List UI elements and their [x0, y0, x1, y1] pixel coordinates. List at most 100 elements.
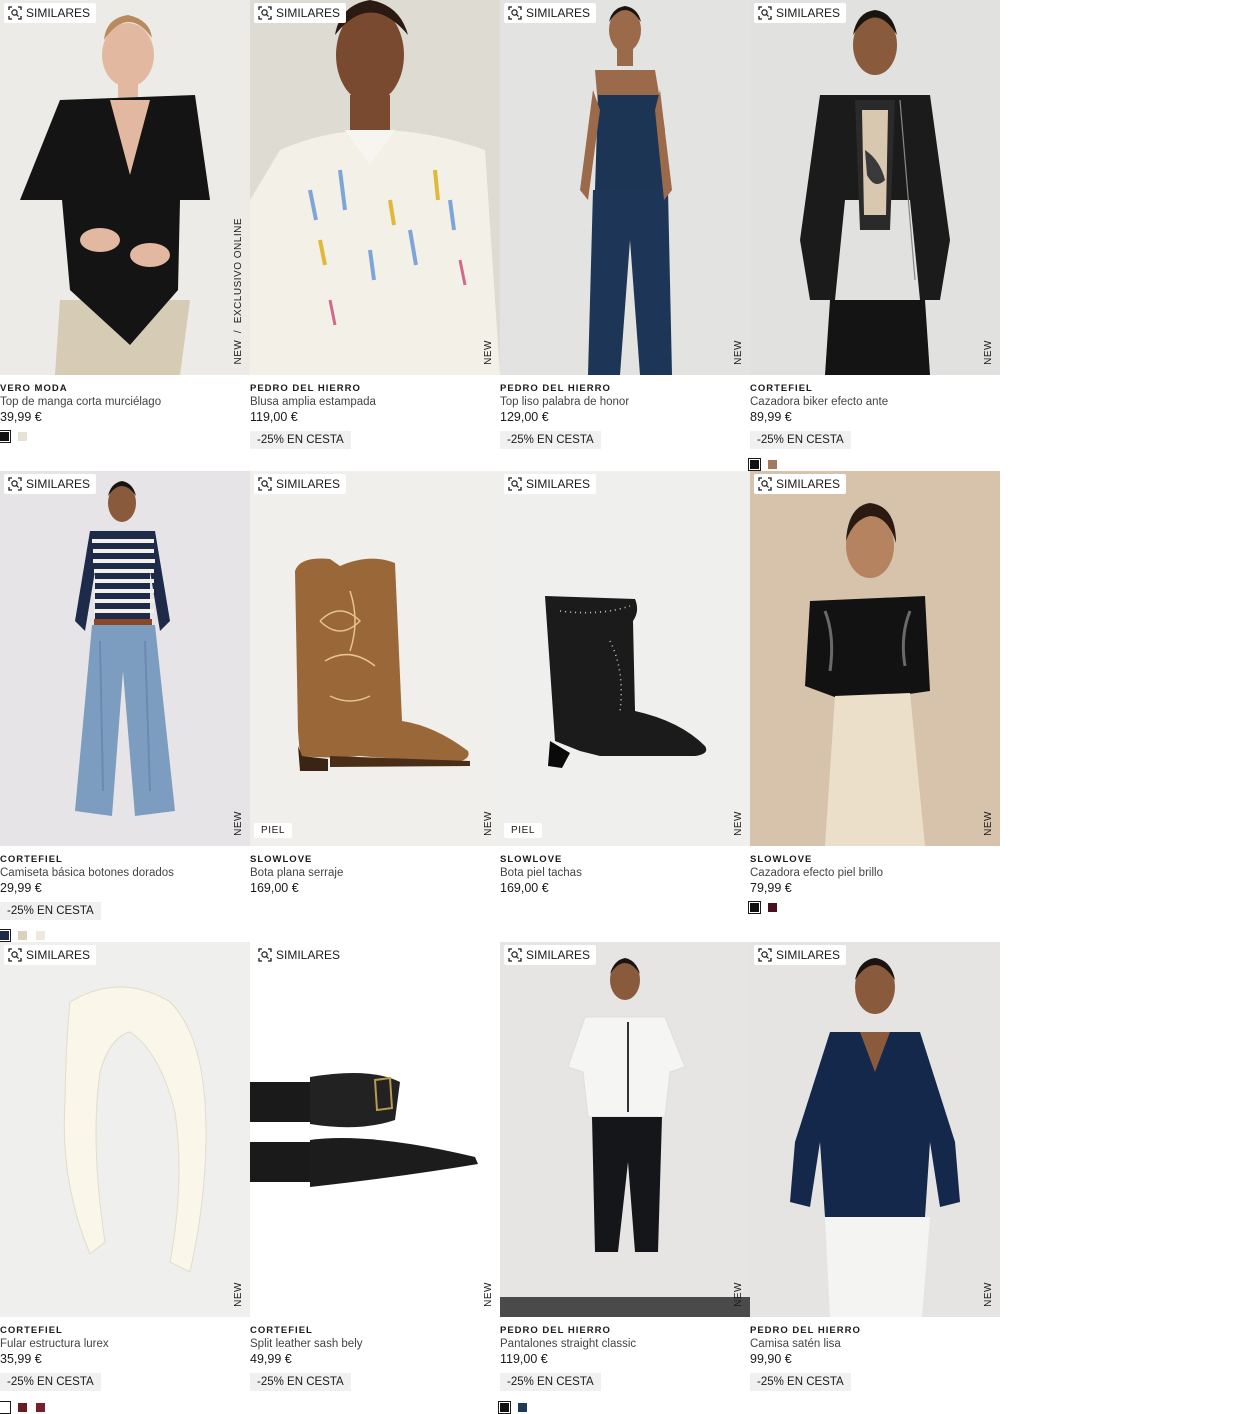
- product-card[interactable]: SIMILARES NEW PEDRO DEL HIERRO Blusa amp…: [250, 0, 500, 471]
- product-card[interactable]: SIMILARES NEW / EXCLUSIVO ONLINE VERO MO…: [0, 0, 250, 471]
- product-card[interactable]: SIMILARES NEW CORTEFIEL Fular estructura…: [0, 942, 250, 1414]
- similar-label: SIMILARES: [26, 6, 91, 20]
- color-swatch[interactable]: [768, 903, 777, 912]
- product-image[interactable]: SIMILARES NEW / EXCLUSIVO ONLINE: [0, 0, 250, 375]
- similar-label: SIMILARES: [26, 477, 91, 491]
- product-card[interactable]: SIMILARES NEW CORTEFIEL Split leather sa…: [250, 942, 500, 1413]
- similar-button[interactable]: SIMILARES: [754, 3, 847, 23]
- similar-button[interactable]: SIMILARES: [254, 474, 347, 494]
- product-card[interactable]: SIMILARES PIEL NEW SLOWLOVE Bota piel ta…: [500, 471, 750, 942]
- color-swatches: [0, 430, 27, 443]
- product-card[interactable]: SIMILARES NEW PEDRO DEL HIERRO Pantalone…: [498, 942, 750, 1414]
- similar-label: SIMILARES: [776, 6, 841, 20]
- similar-button[interactable]: SIMILARES: [254, 945, 347, 965]
- product-name[interactable]: Fular estructura lurex: [0, 1337, 245, 1351]
- product-photo: [0, 0, 250, 375]
- product-image[interactable]: SIMILARES NEW: [750, 942, 1000, 1317]
- product-price: 39,99 €: [0, 410, 42, 424]
- product-name[interactable]: Blusa amplia estampada: [250, 395, 495, 409]
- product-photo: [500, 0, 750, 375]
- product-name[interactable]: Bota plana serraje: [250, 866, 495, 880]
- product-name[interactable]: Top de manga corta murciélago: [0, 395, 245, 409]
- product-image[interactable]: SIMILARES NEW: [750, 471, 1000, 846]
- product-image[interactable]: SIMILARES PIEL NEW: [500, 471, 750, 846]
- similar-label: SIMILARES: [776, 477, 841, 491]
- product-image[interactable]: SIMILARES NEW: [0, 942, 250, 1317]
- color-swatch[interactable]: [498, 1401, 511, 1414]
- product-price: 35,99 €: [0, 1352, 42, 1366]
- product-name[interactable]: Top liso palabra de honor: [500, 395, 745, 409]
- product-photo: [0, 942, 250, 1317]
- product-card[interactable]: SIMILARES NEW PEDRO DEL HIERRO Top liso …: [500, 0, 750, 471]
- product-photo: [500, 942, 750, 1317]
- color-swatch[interactable]: [768, 460, 777, 469]
- product-name[interactable]: Cazadora biker efecto ante: [750, 395, 995, 409]
- similar-button[interactable]: SIMILARES: [504, 3, 597, 23]
- visual-search-icon: [758, 6, 772, 20]
- product-card[interactable]: SIMILARES NEW CORTEFIEL Cazadora biker e…: [748, 0, 1000, 471]
- product-photo: [250, 0, 500, 375]
- color-swatch[interactable]: [18, 1403, 27, 1412]
- product-brand: SLOWLOVE: [250, 854, 313, 865]
- color-swatches: [748, 901, 777, 914]
- similar-button[interactable]: SIMILARES: [504, 945, 597, 965]
- similar-button[interactable]: SIMILARES: [4, 945, 97, 965]
- product-name[interactable]: Bota piel tachas: [500, 866, 745, 880]
- color-swatches: [0, 929, 45, 942]
- product-price: 29,99 €: [0, 881, 42, 895]
- promo-badge: -25% EN CESTA: [250, 1373, 351, 1391]
- product-name[interactable]: Cazadora efecto piel brillo: [750, 866, 995, 880]
- similar-button[interactable]: SIMILARES: [504, 474, 597, 494]
- new-tag: NEW: [483, 340, 494, 365]
- new-tag: NEW: [983, 811, 994, 836]
- similar-button[interactable]: SIMILARES: [4, 3, 97, 23]
- color-swatch[interactable]: [18, 432, 27, 441]
- similar-button[interactable]: SIMILARES: [754, 945, 847, 965]
- product-image[interactable]: SIMILARES NEW: [750, 0, 1000, 375]
- product-price: 89,99 €: [750, 410, 792, 424]
- product-image[interactable]: SIMILARES NEW: [250, 0, 500, 375]
- product-card[interactable]: SIMILARES NEW CORTEFIEL Camiseta básica …: [0, 471, 250, 942]
- product-card[interactable]: SIMILARES NEW PEDRO DEL HIERRO Camisa sa…: [750, 942, 1000, 1413]
- color-swatch[interactable]: [0, 1401, 11, 1414]
- similar-button[interactable]: SIMILARES: [754, 474, 847, 494]
- color-swatches: [748, 458, 777, 471]
- new-tag: NEW: [983, 1282, 994, 1307]
- new-tag: NEW: [733, 811, 744, 836]
- similar-label: SIMILARES: [276, 6, 341, 20]
- similar-button[interactable]: SIMILARES: [4, 474, 97, 494]
- visual-search-icon: [508, 6, 522, 20]
- product-image[interactable]: SIMILARES NEW: [250, 942, 500, 1317]
- product-image[interactable]: SIMILARES PIEL NEW: [250, 471, 500, 846]
- product-name[interactable]: Camisa satén lisa: [750, 1337, 995, 1351]
- product-brand: CORTEFIEL: [750, 383, 813, 394]
- color-swatch[interactable]: [0, 430, 11, 443]
- color-swatch[interactable]: [748, 901, 761, 914]
- new-tag: NEW: [483, 1282, 494, 1307]
- product-image[interactable]: SIMILARES NEW: [500, 942, 750, 1317]
- product-name[interactable]: Pantalones straight classic: [500, 1337, 745, 1351]
- color-swatch[interactable]: [518, 1403, 527, 1412]
- color-swatches: [0, 1401, 45, 1414]
- product-image[interactable]: SIMILARES NEW: [0, 471, 250, 846]
- promo-badge: -25% EN CESTA: [500, 1373, 601, 1391]
- visual-search-icon: [758, 948, 772, 962]
- color-swatch[interactable]: [36, 931, 45, 940]
- visual-search-icon: [508, 948, 522, 962]
- product-card[interactable]: SIMILARES NEW SLOWLOVE Cazadora efecto p…: [748, 471, 1000, 942]
- product-photo: [500, 471, 750, 846]
- product-price: 49,99 €: [250, 1352, 292, 1366]
- product-photo: [750, 471, 1000, 846]
- promo-badge: -25% EN CESTA: [500, 431, 601, 449]
- product-name[interactable]: Camiseta básica botones dorados: [0, 866, 245, 880]
- product-card[interactable]: SIMILARES PIEL NEW SLOWLOVE Bota plana s…: [250, 471, 500, 942]
- color-swatch[interactable]: [18, 931, 27, 940]
- product-brand: VERO MODA: [0, 383, 68, 394]
- similar-button[interactable]: SIMILARES: [254, 3, 347, 23]
- new-tag: NEW: [233, 1282, 244, 1307]
- product-image[interactable]: SIMILARES NEW: [500, 0, 750, 375]
- color-swatch[interactable]: [0, 929, 11, 942]
- product-name[interactable]: Split leather sash bely: [250, 1337, 495, 1351]
- color-swatch[interactable]: [36, 1403, 45, 1412]
- color-swatch[interactable]: [748, 458, 761, 471]
